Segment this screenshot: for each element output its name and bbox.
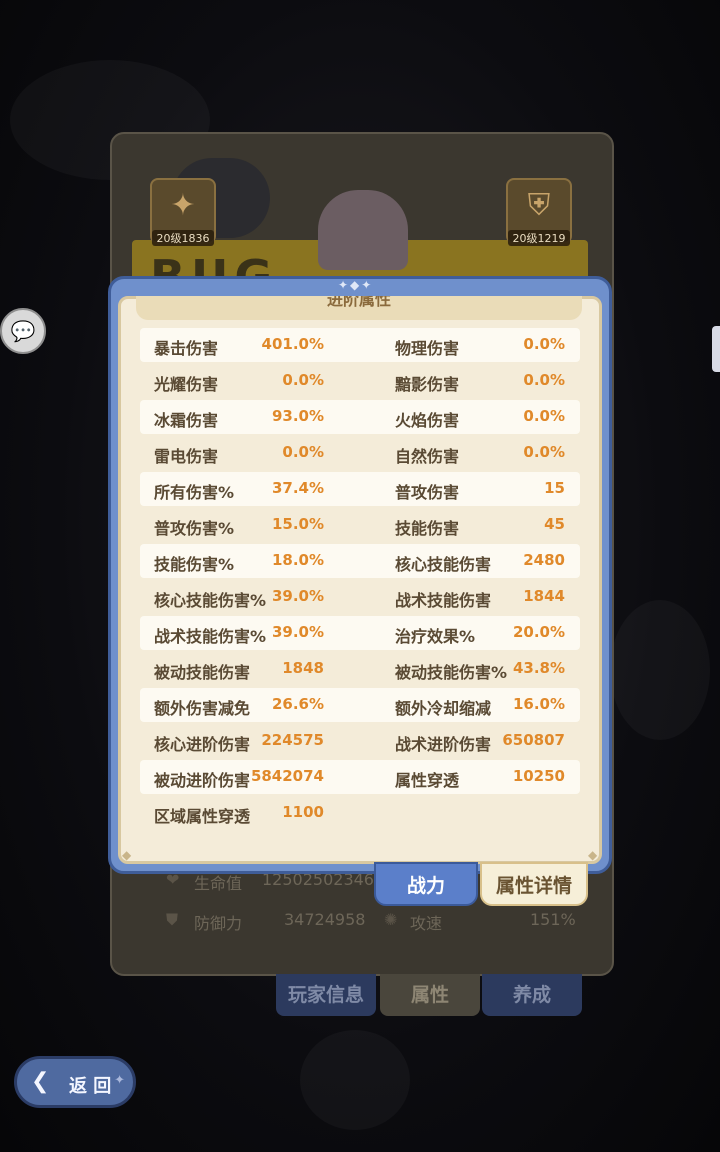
attribute-label: 战术进阶伤害 — [395, 735, 492, 754]
attribute-label: 黯影伤害 — [395, 375, 460, 394]
attribute-row: 区域属性穿透 1100 — [140, 796, 580, 830]
attribute-value: 20.0% — [512, 623, 565, 641]
tab-power[interactable]: 战力 — [374, 862, 478, 906]
section-header: 进阶属性 — [136, 296, 582, 320]
section-title: 进阶属性 — [326, 296, 391, 309]
side-menu-handle[interactable] — [712, 326, 720, 372]
attribute-value: 650807 — [502, 731, 565, 749]
attribute-row: 光耀伤害 0.0% 黯影伤害 0.0% — [140, 364, 580, 398]
attribute-value: 43.8% — [512, 659, 565, 677]
attribute-value: 5842074 — [250, 767, 324, 785]
character-portrait — [318, 190, 408, 270]
equip-slot-helmet[interactable]: ⛨ 20级1219 — [506, 178, 572, 246]
attribute-row: 技能伤害% 18.0% 核心技能伤害 2480 — [140, 544, 580, 578]
attribute-value: 1848 — [282, 659, 324, 677]
attribute-value: 15.0% — [271, 515, 324, 533]
attribute-label: 战术技能伤害% — [154, 627, 267, 646]
attribute-label: 治疗效果% — [395, 627, 476, 646]
attribute-label: 核心技能伤害% — [154, 591, 267, 610]
attribute-row: 额外伤害减免 26.6% 额外冷却缩减 16.0% — [140, 688, 580, 722]
attribute-row: 核心技能伤害% 39.0% 战术技能伤害 1844 — [140, 580, 580, 614]
attribute-value: 0.0% — [523, 407, 565, 425]
attribute-row: 被动技能伤害 1848 被动技能伤害% 43.8% — [140, 652, 580, 686]
equip-level: 20级1836 — [152, 230, 214, 246]
attribute-label: 额外伤害减免 — [154, 699, 251, 718]
staff-icon: ✦ — [170, 188, 196, 223]
attribute-row: 普攻伤害% 15.0% 技能伤害 45 — [140, 508, 580, 542]
back-button-label: 返 回 — [69, 1076, 112, 1097]
corner-ornament-icon: ◆ — [122, 848, 132, 862]
tab-develop[interactable]: 养成 — [482, 974, 582, 1016]
helmet-icon: ⛨ — [527, 188, 551, 223]
attribute-value: 16.0% — [512, 695, 565, 713]
attribute-label: 光耀伤害 — [154, 375, 219, 394]
back-arrow-icon: ❮ — [31, 1069, 50, 1094]
equip-level: 20级1219 — [508, 230, 570, 246]
equip-slot-weapon[interactable]: ✦ 20级1836 — [150, 178, 216, 246]
back-button[interactable]: ❮ 返 回 ✦ — [14, 1056, 136, 1108]
attribute-value: 15 — [544, 479, 565, 497]
attribute-value: 39.0% — [271, 623, 324, 641]
attribute-label: 核心技能伤害 — [395, 555, 492, 574]
attribute-value: 26.6% — [271, 695, 324, 713]
attribute-row: 战术技能伤害% 39.0% 治疗效果% 20.0% — [140, 616, 580, 650]
attribute-value: 10250 — [512, 767, 565, 785]
bg-shape — [300, 1030, 410, 1130]
sparkle-icon: ✦ — [114, 1073, 125, 1088]
attribute-label: 雷电伤害 — [154, 447, 219, 466]
attribute-value: 0.0% — [282, 443, 324, 461]
attribute-value: 401.0% — [261, 335, 324, 353]
attribute-row: 被动进阶伤害 5842074 属性穿透 10250 — [140, 760, 580, 794]
atkspd-label: 攻速 — [410, 914, 443, 933]
attribute-label: 所有伤害% — [154, 483, 235, 502]
attribute-row: 暴击伤害 401.0% 物理伤害 0.0% — [140, 328, 580, 362]
attribute-label: 自然伤害 — [395, 447, 460, 466]
attribute-value: 0.0% — [523, 335, 565, 353]
attribute-value: 45 — [544, 515, 565, 533]
attribute-value: 18.0% — [271, 551, 324, 569]
attribute-value: 1100 — [282, 803, 324, 821]
attribute-row: 冰霜伤害 93.0% 火焰伤害 0.0% — [140, 400, 580, 434]
atkspd-value: 151% — [530, 910, 576, 929]
attribute-value: 39.0% — [271, 587, 324, 605]
attribute-value: 37.4% — [271, 479, 324, 497]
def-value: 34724958 — [284, 910, 366, 929]
attribute-row: 雷电伤害 0.0% 自然伤害 0.0% — [140, 436, 580, 470]
chat-bubbles-icon[interactable]: 💬 — [0, 308, 46, 354]
attribute-label: 核心进阶伤害 — [154, 735, 251, 754]
attribute-value: 0.0% — [282, 371, 324, 389]
attribute-label: 区域属性穿透 — [154, 807, 251, 826]
attribute-label: 被动进阶伤害 — [154, 771, 251, 790]
attribute-label: 普攻伤害 — [395, 483, 460, 502]
attribute-value: 224575 — [261, 731, 324, 749]
attribute-value: 2480 — [523, 551, 565, 569]
bg-shape — [610, 600, 710, 740]
tab-player-info[interactable]: 玩家信息 — [276, 974, 376, 1016]
attribute-label: 暴击伤害 — [154, 339, 219, 358]
corner-ornament-icon: ◆ — [588, 848, 598, 862]
attribute-label: 技能伤害 — [395, 519, 460, 538]
attribute-label: 属性穿透 — [395, 771, 460, 790]
ornament-icon: ✦◆✦ — [338, 278, 374, 292]
attribute-label: 技能伤害% — [154, 555, 235, 574]
attribute-label: 被动技能伤害% — [395, 663, 508, 682]
attribute-value: 1844 — [523, 587, 565, 605]
attribute-label: 物理伤害 — [395, 339, 460, 358]
attribute-label: 额外冷却缩减 — [395, 699, 492, 718]
attribute-value: 0.0% — [523, 443, 565, 461]
tab-attributes[interactable]: 属性 — [380, 974, 480, 1016]
attribute-value: 0.0% — [523, 371, 565, 389]
attribute-value: 93.0% — [271, 407, 324, 425]
attribute-label: 战术技能伤害 — [395, 591, 492, 610]
def-label: 防御力 — [194, 914, 243, 933]
shield-icon: ⛊ — [166, 910, 179, 929]
tab-attribute-details[interactable]: 属性详情 — [480, 862, 588, 906]
attribute-label: 普攻伤害% — [154, 519, 235, 538]
attribute-row: 核心进阶伤害 224575 战术进阶伤害 650807 — [140, 724, 580, 758]
attribute-row: 所有伤害% 37.4% 普攻伤害 15 — [140, 472, 580, 506]
attribute-label: 被动技能伤害 — [154, 663, 251, 682]
attack-speed-icon: ✺ — [384, 910, 398, 929]
attribute-label: 冰霜伤害 — [154, 411, 219, 430]
attribute-label: 火焰伤害 — [395, 411, 460, 430]
